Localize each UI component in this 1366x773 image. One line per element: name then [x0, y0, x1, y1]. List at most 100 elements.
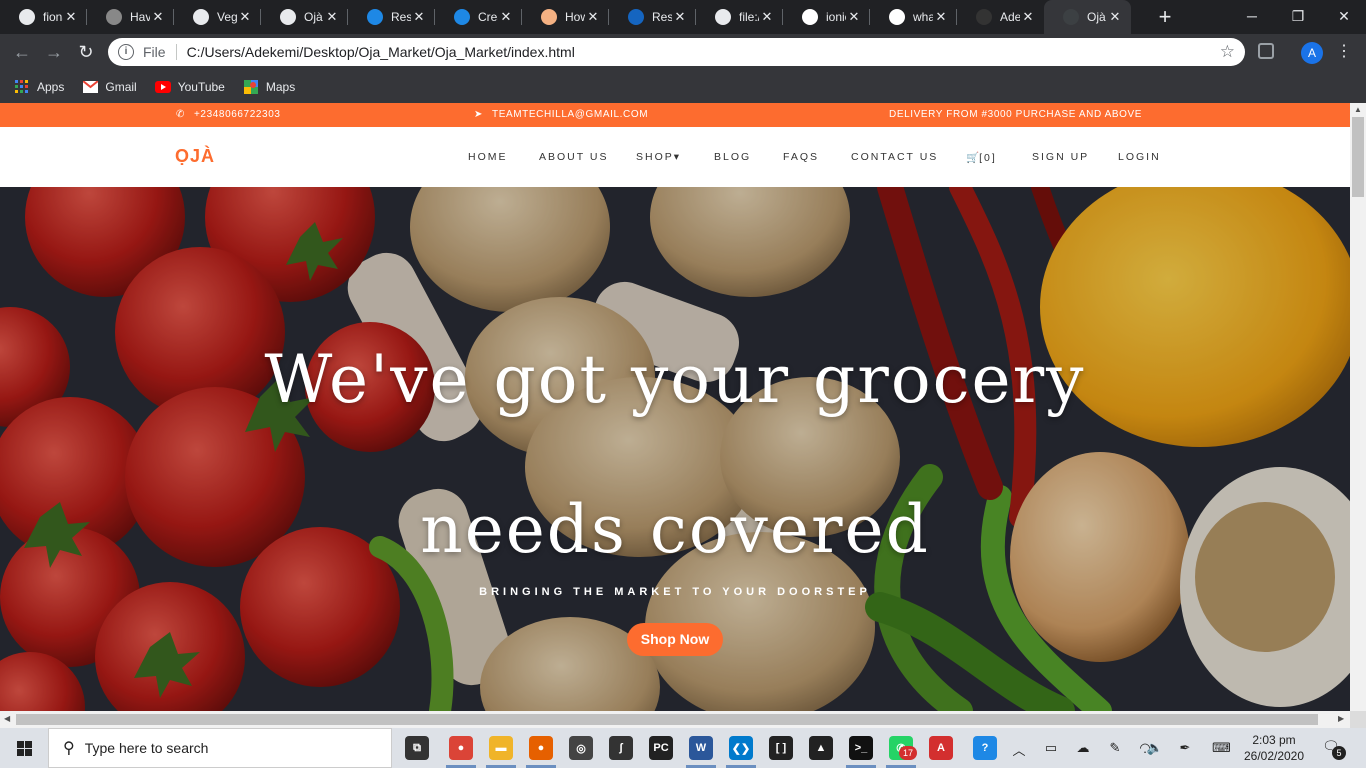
scroll-left-icon[interactable]: ◀ — [4, 714, 10, 723]
pen-icon[interactable]: ✎ — [1106, 740, 1124, 756]
nav-home[interactable]: HOME — [468, 151, 508, 163]
onedrive-icon[interactable]: ☁ — [1074, 740, 1092, 756]
bookmark-maps[interactable]: Maps — [243, 79, 295, 95]
browser-tab[interactable]: Ojà |✕ — [1044, 0, 1131, 34]
tray-chevron-up-icon[interactable]: ︿ — [1010, 740, 1028, 758]
browser-tab-title: file:/ — [739, 10, 759, 24]
browser-tab-title: Vege — [217, 10, 237, 24]
site-info-icon[interactable]: i — [118, 44, 134, 60]
action-center-button[interactable]: 🗨 5 — [1322, 738, 1346, 760]
keyboard-icon[interactable]: ⌨ — [1212, 740, 1231, 756]
vertical-scroll-thumb[interactable] — [1352, 117, 1364, 197]
nav-faqs[interactable]: FAQS — [783, 151, 819, 163]
brackets-icon[interactable]: [ ] — [769, 736, 793, 760]
nav-cart[interactable]: 🛒[0] — [966, 151, 997, 164]
word-icon[interactable]: W — [689, 736, 713, 760]
restore-window-icon[interactable]: ❐ — [1275, 0, 1321, 34]
close-tab-icon[interactable]: ✕ — [933, 9, 949, 25]
horizontal-scrollbar[interactable]: ◀ ▶ — [0, 711, 1350, 728]
browser-tab[interactable]: Adek✕ — [957, 0, 1044, 34]
nav-blog[interactable]: BLOG — [714, 151, 751, 163]
site-logo[interactable]: ỌJÀ — [175, 146, 215, 167]
browser-tab[interactable]: Resu✕ — [609, 0, 696, 34]
whatsapp-badge: 17 — [899, 746, 917, 760]
browser-tab[interactable]: Vege✕ — [174, 0, 261, 34]
close-tab-icon[interactable]: ✕ — [672, 9, 688, 25]
close-tab-icon[interactable]: ✕ — [411, 9, 427, 25]
pen-workspace-icon[interactable]: ✒ — [1176, 740, 1194, 756]
page-viewport: ✆ +2348066722303 ➤ TEAMTECHILLA@GMAIL.CO… — [0, 103, 1350, 711]
resume-icon — [367, 9, 383, 25]
browser-tab[interactable]: Crea✕ — [435, 0, 522, 34]
chrome-icon[interactable]: ● — [449, 736, 473, 760]
hand-icon — [541, 9, 557, 25]
close-tab-icon[interactable]: ✕ — [63, 9, 79, 25]
taskbar-search-input[interactable]: ⚲ Type here to search — [48, 728, 392, 768]
topbar-email[interactable]: ➤ TEAMTECHILLA@GMAIL.COM — [474, 103, 648, 127]
horizontal-scroll-thumb[interactable] — [16, 714, 1318, 725]
task-view-icon[interactable]: ⧉ — [405, 736, 429, 760]
browser-tab[interactable]: How ✕ — [522, 0, 609, 34]
minimize-window-icon[interactable]: ─ — [1229, 0, 1275, 34]
firefox-icon[interactable]: ● — [529, 736, 553, 760]
address-divider — [175, 44, 177, 60]
nav-about[interactable]: ABOUT US — [539, 151, 608, 163]
address-bar[interactable]: i File C:/Users/Adekemi/Desktop/Oja_Mark… — [108, 38, 1245, 66]
close-tab-icon[interactable]: ✕ — [150, 9, 166, 25]
close-tab-icon[interactable]: ✕ — [759, 9, 775, 25]
nav-shop[interactable]: SHOP▾ — [636, 151, 679, 163]
browser-tab[interactable]: fiona✕ — [0, 0, 87, 34]
close-tab-icon[interactable]: ✕ — [1020, 9, 1036, 25]
obs-icon[interactable]: ◎ — [569, 736, 593, 760]
scroll-right-icon[interactable]: ▶ — [1338, 714, 1344, 723]
browser-tab[interactable]: ionic✕ — [783, 0, 870, 34]
reload-icon[interactable]: ↻ — [74, 40, 98, 64]
topbar-delivery-text: DELIVERY FROM #3000 PURCHASE AND ABOVE — [889, 109, 1143, 120]
bookmark-gmail[interactable]: Gmail — [82, 79, 137, 95]
bookmark-star-icon[interactable]: ☆ — [1220, 42, 1235, 62]
browser-tab[interactable]: Have✕ — [87, 0, 174, 34]
speaker-icon[interactable]: 🔈 — [1146, 740, 1164, 756]
extension-icon[interactable] — [1258, 43, 1274, 59]
close-tab-icon[interactable]: ✕ — [498, 9, 514, 25]
shop-now-button[interactable]: Shop Now — [627, 623, 723, 656]
vertical-scrollbar[interactable]: ▲ — [1350, 103, 1366, 711]
file-explorer-icon[interactable]: ▬ — [489, 736, 513, 760]
close-window-icon[interactable]: ✕ — [1321, 0, 1366, 34]
excel-like-icon[interactable]: ʃ — [609, 736, 633, 760]
profile-avatar[interactable]: A — [1301, 42, 1323, 64]
start-button[interactable] — [0, 728, 48, 768]
close-tab-icon[interactable]: ✕ — [1107, 9, 1123, 25]
browser-tab-title: Resu — [391, 10, 411, 24]
browser-tab[interactable]: Ojà ✕ — [261, 0, 348, 34]
taskbar-clock[interactable]: 2:03 pm 26/02/2020 — [1240, 732, 1308, 764]
acrobat-icon[interactable]: A — [929, 736, 953, 760]
browser-tab[interactable]: file:/✕ — [696, 0, 783, 34]
new-tab-button[interactable]: + — [1153, 5, 1177, 29]
battery-icon[interactable]: ▭ — [1042, 740, 1060, 756]
back-arrow-icon[interactable]: ← — [10, 40, 34, 64]
bookmarks-bar: Apps Gmail YouTube Maps — [0, 71, 1366, 103]
terminal-icon[interactable]: >_ — [849, 736, 873, 760]
close-tab-icon[interactable]: ✕ — [324, 9, 340, 25]
browser-tab[interactable]: what✕ — [870, 0, 957, 34]
browser-tab-title: Crea — [478, 10, 498, 24]
scroll-up-icon[interactable]: ▲ — [1354, 105, 1362, 114]
browser-tab[interactable]: Resu✕ — [348, 0, 435, 34]
nav-contact[interactable]: CONTACT US — [851, 151, 938, 163]
menu-kebab-icon[interactable]: ⋮ — [1336, 40, 1352, 64]
address-url[interactable]: C:/Users/Adekemi/Desktop/Oja_Market/Oja_… — [187, 44, 1220, 60]
close-tab-icon[interactable]: ✕ — [585, 9, 601, 25]
bookmark-apps[interactable]: Apps — [14, 79, 64, 95]
vscode-icon[interactable]: ❮❯ — [729, 736, 753, 760]
photos-icon[interactable]: ▲ — [809, 736, 833, 760]
nav-login[interactable]: LOGIN — [1118, 151, 1161, 163]
nav-signup[interactable]: SIGN UP — [1032, 151, 1089, 163]
pycharm-icon[interactable]: PC — [649, 736, 673, 760]
forward-arrow-icon[interactable]: → — [42, 40, 66, 64]
close-tab-icon[interactable]: ✕ — [237, 9, 253, 25]
close-tab-icon[interactable]: ✕ — [846, 9, 862, 25]
bookmark-youtube[interactable]: YouTube — [154, 79, 225, 95]
browser-tab-title: Have — [130, 10, 150, 24]
help-icon[interactable]: ? — [973, 736, 997, 760]
